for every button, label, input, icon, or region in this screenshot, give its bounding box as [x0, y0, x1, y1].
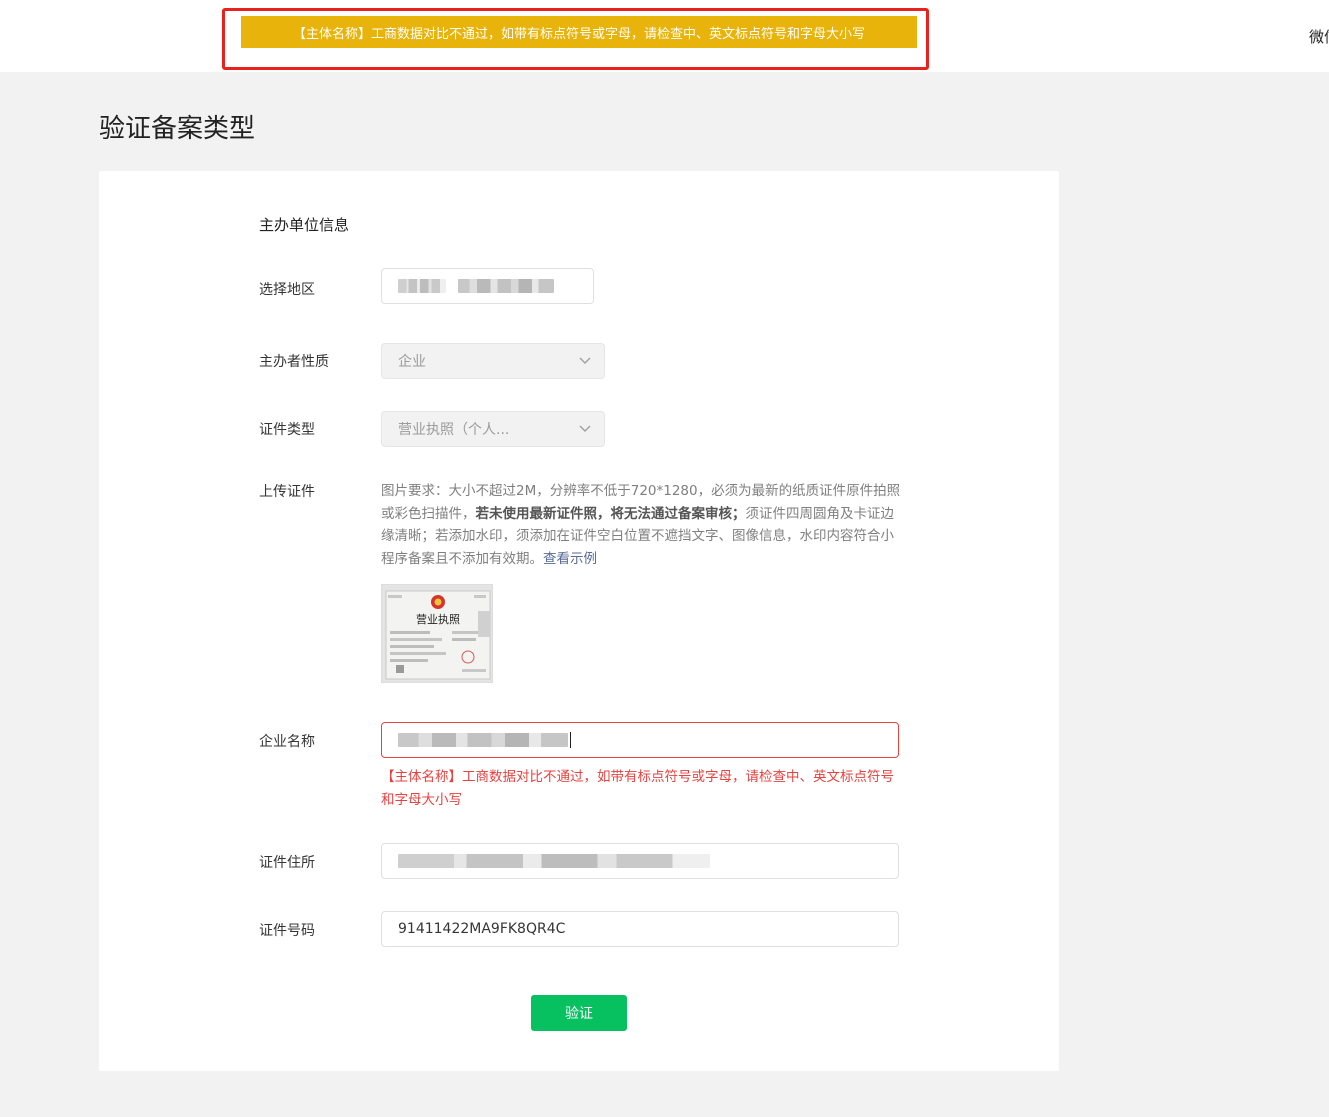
upload-label: 上传证件 [259, 484, 315, 500]
license-title-text: 营业执照 [416, 612, 460, 626]
organizer-type-select[interactable]: 企业 [381, 343, 605, 379]
company-name-input[interactable] [381, 722, 899, 758]
cert-number-value: 91411422MA9FK8QR4C [398, 921, 566, 937]
business-license-image: 营业执照 [382, 585, 492, 682]
region-label: 选择地区 [259, 282, 315, 298]
cert-type-value: 营业执照（个人... [398, 422, 510, 438]
page-title: 验证备案类型 [99, 114, 256, 144]
text-cursor [570, 732, 571, 748]
redacted-cert-address [398, 854, 710, 868]
company-name-error: 【主体名称】工商数据对比不通过，如带有标点符号或字母，请检查中、英文标点符号和字… [381, 769, 894, 808]
cert-address-label: 证件住所 [259, 855, 315, 871]
header-right-text[interactable]: 微信 [1309, 26, 1329, 47]
redacted-region-province [398, 279, 446, 293]
redacted-company-name [398, 733, 568, 747]
chevron-down-icon [579, 425, 591, 432]
cert-address-input[interactable] [381, 843, 899, 879]
company-name-label: 企业名称 [259, 734, 315, 750]
organizer-type-value: 企业 [398, 354, 426, 370]
organizer-type-label: 主办者性质 [259, 354, 329, 370]
cert-number-label: 证件号码 [259, 923, 315, 939]
view-example-link[interactable]: 查看示例 [543, 551, 597, 567]
toast-message: 【主体名称】工商数据对比不通过，如带有标点符号或字母，请检查中、英文标点符号和字… [292, 26, 865, 42]
cert-type-select[interactable]: 营业执照（个人... [381, 411, 605, 447]
redacted-region-city [458, 279, 554, 293]
chevron-down-icon [579, 357, 591, 364]
verify-button[interactable]: 验证 [531, 995, 627, 1031]
region-select[interactable] [381, 268, 594, 304]
upload-requirements: 图片要求：大小不超过2M，分辨率不低于720*1280，必须为最新的纸质证件原件… [381, 480, 901, 570]
cert-number-input[interactable]: 91411422MA9FK8QR4C [381, 911, 899, 947]
uploaded-license-thumbnail[interactable]: 营业执照 [381, 584, 493, 683]
cert-type-label: 证件类型 [259, 422, 315, 438]
error-toast: 【主体名称】工商数据对比不通过，如带有标点符号或字母，请检查中、英文标点符号和字… [241, 16, 917, 48]
section-title: 主办单位信息 [259, 216, 350, 234]
upload-req-bold: 若未使用最新证件照，将无法通过备案审核； [475, 505, 746, 522]
